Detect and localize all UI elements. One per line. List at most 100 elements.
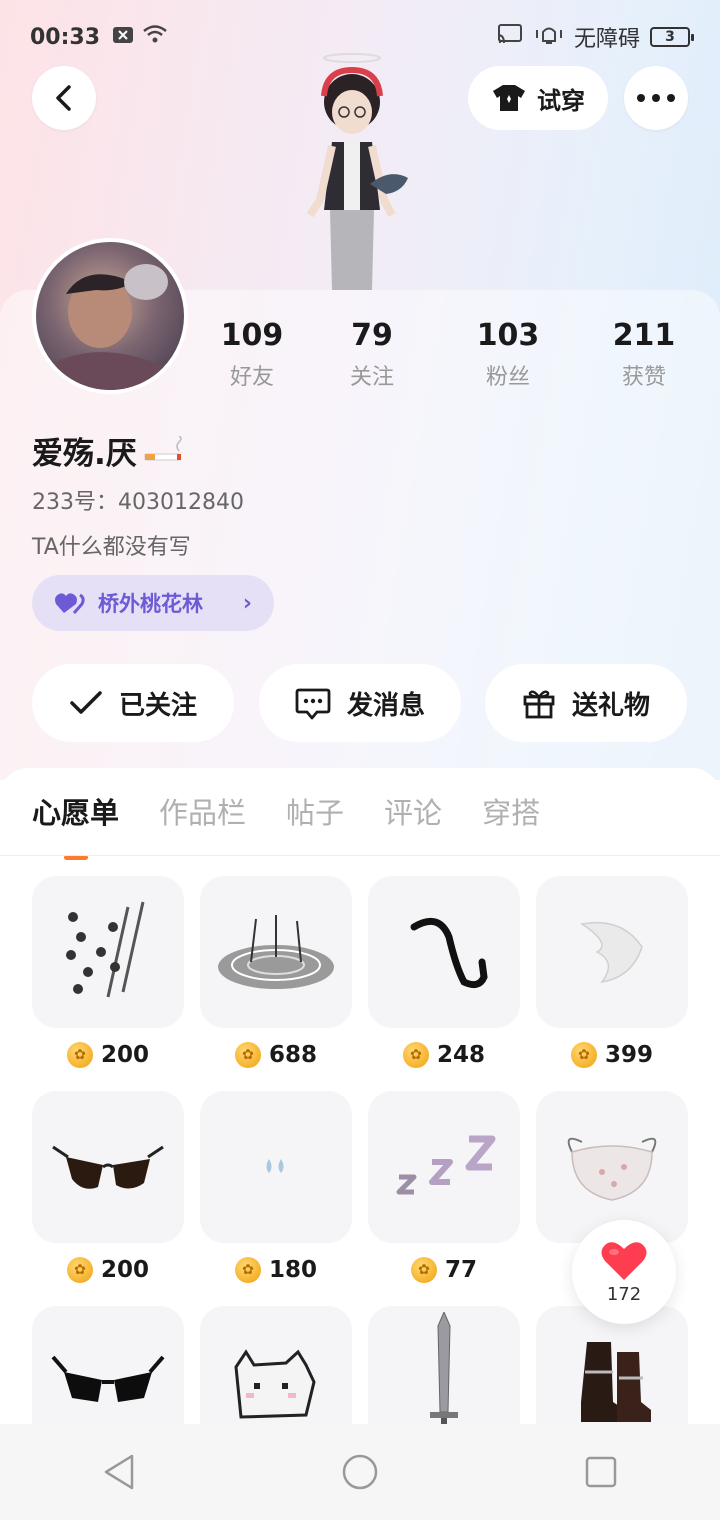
stat-label: 好友	[229, 365, 274, 390]
pixel-cat-icon	[234, 1349, 316, 1419]
tab-wishlist[interactable]: 心愿单	[32, 790, 120, 860]
stat-value: 109	[220, 318, 284, 353]
tab-works[interactable]: 作品栏	[159, 790, 246, 832]
heart-icon	[601, 1241, 647, 1280]
zzz-icon	[396, 1135, 496, 1195]
item-thumbnail	[368, 1091, 520, 1243]
wishlist-item[interactable]: ✿ 200	[32, 876, 184, 1068]
tab-posts[interactable]: 帖子	[286, 790, 344, 832]
wishlist-item[interactable]: ✿ 688	[200, 876, 352, 1068]
teardrops-icon	[266, 1159, 284, 1173]
item-thumbnail	[32, 876, 184, 1028]
magic-circle-icon	[218, 915, 334, 989]
price-value: 200	[100, 1257, 149, 1283]
item-thumbnail	[32, 1091, 184, 1243]
send-message-button[interactable]: 发消息	[259, 664, 461, 742]
price-value: 200	[100, 1042, 149, 1068]
nav-recents-icon[interactable]	[584, 1455, 618, 1489]
avatar-photo	[46, 264, 176, 390]
coin-icon: ✿	[66, 1042, 93, 1068]
tab-label: 帖子	[286, 796, 345, 830]
face-mask-icon	[567, 1137, 657, 1201]
white-wing-icon	[580, 921, 643, 984]
gift-icon	[523, 690, 555, 719]
item-thumbnail	[200, 876, 352, 1028]
item-price: ✿ 399	[536, 1042, 688, 1068]
accessibility-label: 无障碍	[573, 27, 640, 52]
item-price: ✿ 688	[200, 1042, 352, 1068]
vibrate-icon	[534, 23, 564, 51]
back-button[interactable]	[32, 66, 96, 130]
stat-label: 获赞	[621, 365, 666, 390]
price-value: 399	[604, 1042, 653, 1068]
tab-outfits[interactable]: 穿搭	[482, 790, 540, 832]
wishlist-item[interactable]: ✿ 200	[32, 1091, 184, 1283]
tab-label: 穿搭	[482, 796, 541, 830]
tab-label: 评论	[384, 796, 443, 830]
stat-following[interactable]: 79 关注	[320, 318, 424, 391]
item-price: ✿ 200	[32, 1257, 184, 1283]
nickname: 爱殇.厌	[32, 428, 183, 473]
item-thumbnail	[368, 876, 520, 1028]
claw-sticks-icon	[66, 901, 145, 998]
notification-x-icon	[112, 25, 134, 50]
coin-icon: ✿	[410, 1257, 437, 1283]
bio: TA什么都没有写	[32, 535, 191, 560]
battery-icon: 3	[650, 27, 694, 47]
item-price: ✿ 180	[200, 1257, 352, 1283]
wishlist-item[interactable]: ✿ 248	[368, 876, 520, 1068]
item-thumbnail	[200, 1091, 352, 1243]
cast-icon	[496, 23, 524, 51]
wishlist-item[interactable]: ✿ 399	[536, 876, 688, 1068]
followed-button[interactable]: 已关注	[32, 664, 234, 742]
stat-fans[interactable]: 103 粉丝	[456, 318, 560, 391]
like-float-button[interactable]: 172	[572, 1220, 676, 1324]
send-gift-button[interactable]: 送礼物	[485, 664, 687, 742]
stat-friends[interactable]: 109 好友	[200, 318, 304, 391]
boots-icon	[581, 1342, 651, 1422]
tabs-divider	[0, 855, 720, 856]
stat-value: 79	[351, 318, 393, 353]
price-value: 688	[268, 1042, 317, 1068]
chevron-right-icon: ›	[242, 590, 252, 616]
price-value: 180	[268, 1257, 317, 1283]
sunglasses-icon	[52, 1145, 164, 1189]
user-id: 233号：403012840	[32, 490, 244, 515]
black-glasses-icon	[51, 1355, 165, 1402]
check-icon	[70, 691, 102, 714]
send-gift-label: 送礼物	[571, 690, 650, 721]
profile-tabs: 心愿单 作品栏 帖子 评论 穿搭	[32, 790, 540, 860]
nav-back-icon[interactable]	[102, 1453, 136, 1491]
nav-home-icon[interactable]	[341, 1453, 379, 1491]
avatar[interactable]	[32, 238, 188, 394]
wishlist-item[interactable]: ✿ 180	[200, 1091, 352, 1283]
try-on-button[interactable]: 试穿	[468, 66, 608, 130]
try-on-label: 试穿	[537, 86, 585, 115]
price-value: 248	[436, 1042, 485, 1068]
avatar-3d-figure	[306, 53, 408, 290]
content-panel: 心愿单 作品栏 帖子 评论 穿搭 ✿ 200 ✿ 688 ✿ 248 ✿ 399…	[0, 768, 720, 1520]
tab-comments[interactable]: 评论	[384, 790, 442, 832]
cigarette-icon	[144, 435, 182, 460]
more-button[interactable]	[624, 66, 688, 130]
stat-likes[interactable]: 211 获赞	[592, 318, 696, 391]
tab-label: 作品栏	[159, 796, 247, 830]
black-tail-icon	[410, 917, 488, 989]
coin-icon: ✿	[66, 1257, 93, 1283]
status-time: 00:33	[30, 24, 101, 50]
item-thumbnail	[536, 876, 688, 1028]
item-price: ✿ 200	[32, 1042, 184, 1068]
group-chip[interactable]: 桥外桃花林 ›	[32, 575, 274, 631]
coin-icon: ✿	[402, 1042, 429, 1068]
coin-icon: ✿	[570, 1042, 597, 1068]
chat-bubble-icon	[295, 688, 331, 720]
wifi-icon	[142, 24, 168, 50]
coin-icon: ✿	[234, 1257, 261, 1283]
like-count: 172	[606, 1283, 642, 1305]
followed-label: 已关注	[118, 690, 197, 721]
stat-label: 关注	[349, 365, 394, 390]
wishlist-item[interactable]: ✿ 77	[368, 1091, 520, 1283]
more-dots-icon	[637, 94, 675, 102]
tab-label: 心愿单	[32, 796, 120, 830]
group-chip-label: 桥外桃花林	[98, 592, 203, 616]
